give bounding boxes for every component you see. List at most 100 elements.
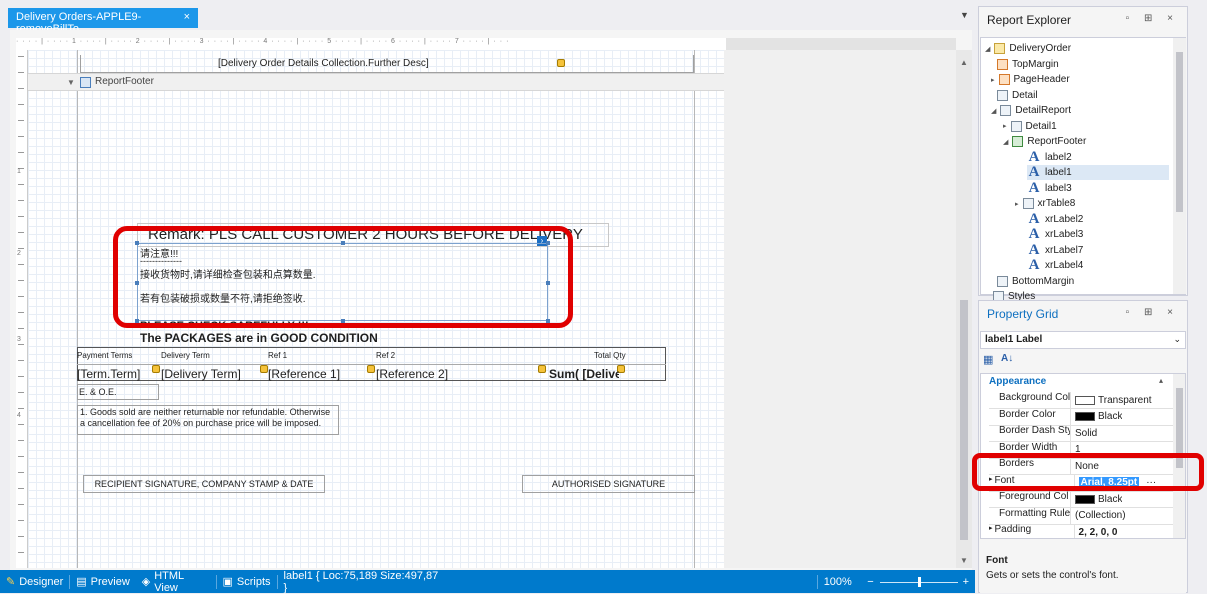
explorer-item-label: xrTable8	[1037, 198, 1076, 209]
expression-tag-icon[interactable]	[260, 365, 268, 373]
further-desc-field[interactable]: [Delivery Order Details Collection.Furth…	[218, 58, 429, 69]
preview-tab[interactable]: ▤ Preview	[70, 575, 136, 589]
expression-tag-icon[interactable]	[152, 365, 160, 373]
zoom-in-button[interactable]: +	[957, 576, 975, 588]
table-cell[interactable]: [Reference 1]	[268, 367, 340, 381]
expand-icon[interactable]: ◢	[1003, 138, 1008, 146]
explorer-item-label: DeliveryOrder	[1009, 43, 1072, 54]
zoom-slider[interactable]	[879, 576, 958, 587]
designer-vertical-scrollbar[interactable]: ▲ ▼	[956, 50, 972, 568]
explorer-item[interactable]: AxrLabel2	[1027, 211, 1084, 227]
property-name: Padding	[993, 524, 1075, 538]
report-explorer-title: Report Explorer	[987, 13, 1072, 27]
table-cell[interactable]: [Term.Term]	[77, 367, 140, 381]
zoom-out-button[interactable]: −	[861, 576, 879, 588]
zoom-value[interactable]: 100%	[818, 576, 862, 588]
panel-buttons[interactable]: ▫ ⊞ ×	[1126, 13, 1179, 27]
explorer-item[interactable]: Detail	[997, 88, 1038, 103]
band-header-reportfooter[interactable]: ▼ ReportFooter	[28, 73, 724, 91]
html-view-tab[interactable]: ◈ HTML View	[136, 570, 216, 594]
collapse-icon[interactable]: ▴	[1159, 376, 1163, 385]
explorer-item[interactable]: Alabel3	[1027, 180, 1072, 196]
explorer-item[interactable]: AxrLabel7	[1027, 242, 1084, 258]
recipient-signature-label[interactable]: RECIPIENT SIGNATURE, COMPANY STAMP & DAT…	[83, 475, 325, 493]
label-control-icon: A	[1028, 257, 1040, 273]
property-row[interactable]: Formatting Rule (Collection)	[989, 507, 1173, 525]
authorised-signature-label[interactable]: AUTHORISED SIGNATURE	[522, 475, 695, 493]
expand-icon[interactable]: ◢	[991, 107, 996, 115]
document-tab-title: Delivery Orders-APPLE9-removeBillTo	[16, 11, 142, 35]
designer-tab[interactable]: ✎ Designer	[0, 575, 69, 589]
ruler-tick	[18, 248, 24, 249]
tree-scrollbar[interactable]	[1173, 38, 1186, 294]
expression-tag-icon[interactable]	[367, 365, 375, 373]
explorer-item[interactable]: ▸ Detail1	[1003, 119, 1057, 134]
explorer-item[interactable]: AxrLabel3	[1027, 226, 1084, 242]
scripts-tab[interactable]: ▣ Scripts	[217, 575, 277, 589]
categorized-icon[interactable]: ▦	[983, 353, 993, 366]
horizontal-ruler: · · · · | · · · · 1 · · · · | · · · · 2 …	[16, 38, 726, 50]
table-cell[interactable]: [Delivery Term]	[161, 367, 241, 381]
table-cell[interactable]: [Reference 2]	[376, 367, 448, 381]
property-name: Formatting Rule	[989, 507, 1071, 524]
band-icon	[1000, 105, 1012, 116]
collapse-icon[interactable]: ▼	[67, 78, 75, 87]
explorer-item[interactable]: AxrLabel4	[1027, 257, 1084, 273]
property-value[interactable]: Transparent	[1071, 392, 1152, 408]
property-value-text: Black	[1098, 411, 1123, 422]
report-explorer-panel: Report Explorer ▫ ⊞ × ◢ DeliveryOrder TopM…	[978, 6, 1188, 302]
scroll-thumb[interactable]	[960, 300, 968, 540]
object-selector[interactable]: label1 Label ⌄	[980, 331, 1186, 349]
property-value[interactable]: (Collection)	[1071, 508, 1126, 524]
chevron-down-icon[interactable]: ⌄	[1173, 334, 1181, 345]
property-row[interactable]: Border Dash Sty Solid	[989, 425, 1173, 442]
property-row[interactable]: Foreground Col Black	[989, 491, 1173, 508]
explorer-item[interactable]: Alabel2	[1027, 149, 1072, 165]
property-value[interactable]: Solid	[1071, 425, 1097, 441]
close-icon[interactable]: ×	[184, 11, 190, 25]
chevron-down-icon[interactable]: ▼	[960, 10, 969, 20]
expression-tag-icon[interactable]	[538, 365, 546, 373]
property-row[interactable]: Border Color Black	[989, 408, 1173, 426]
band-icon	[997, 89, 1008, 101]
tree-scroll-thumb[interactable]	[1176, 52, 1183, 212]
sort-alpha-icon[interactable]: A↓	[1001, 353, 1013, 364]
property-name: Border Dash Sty	[989, 425, 1071, 441]
explorer-item[interactable]: ◢ DeliveryOrder	[985, 41, 1071, 56]
explorer-item[interactable]: ▸ PageHeader	[991, 72, 1070, 87]
explorer-item[interactable]: ◢ DetailReport	[991, 103, 1071, 118]
explorer-item[interactable]: BottomMargin	[997, 274, 1074, 289]
eoe-label[interactable]: E. & O.E.	[77, 384, 159, 400]
table-cell[interactable]: Sum( [Delive	[549, 367, 619, 381]
zoom-thumb[interactable]	[917, 576, 921, 587]
left-margin-line	[77, 50, 78, 568]
expand-icon[interactable]: ▸	[991, 76, 995, 84]
property-row[interactable]: ▸ Padding 2, 2, 0, 0	[989, 524, 1173, 538]
highlight-annotation	[972, 453, 1204, 491]
expand-icon[interactable]: ▸	[1015, 200, 1019, 208]
expand-icon[interactable]: ▸	[1003, 122, 1007, 130]
label-control-icon: A	[1028, 164, 1040, 180]
property-value[interactable]: 2, 2, 0, 0	[1075, 524, 1118, 538]
report-explorer-tree[interactable]: ◢ DeliveryOrder TopMargin ▸ PageHeader Detail…	[980, 37, 1186, 302]
explorer-item[interactable]: Alabel1	[1027, 164, 1169, 180]
scroll-down-icon[interactable]: ▼	[960, 556, 968, 565]
expand-icon[interactable]: ◢	[985, 45, 990, 53]
property-value-text: Transparent	[1098, 394, 1152, 406]
panel-buttons[interactable]: ▫ ⊞ ×	[1126, 307, 1179, 321]
explorer-item[interactable]: TopMargin	[997, 57, 1059, 72]
explorer-item[interactable]: ◢ ReportFooter	[1003, 134, 1086, 149]
property-value[interactable]: Black	[1071, 409, 1122, 425]
expression-tag-icon[interactable]	[557, 59, 565, 67]
good-condition-label[interactable]: The PACKAGES are in GOOD CONDITION	[140, 331, 378, 345]
scroll-up-icon[interactable]: ▲	[960, 58, 968, 67]
band-icon	[1012, 136, 1024, 147]
terms-text-label[interactable]: 1. Goods sold are neither returnable nor…	[77, 405, 339, 435]
explorer-item[interactable]: ▸ xrTable8	[1015, 196, 1075, 211]
category-appearance[interactable]: Appearance	[989, 376, 1046, 387]
scripts-icon: ▣	[222, 576, 233, 588]
document-tab[interactable]: Delivery Orders-APPLE9-removeBillTo ×	[8, 8, 198, 35]
explorer-item-label: xrLabel2	[1045, 213, 1084, 225]
property-row[interactable]: Background Colo Transparent	[989, 392, 1173, 409]
property-value[interactable]: Black	[1071, 491, 1122, 507]
